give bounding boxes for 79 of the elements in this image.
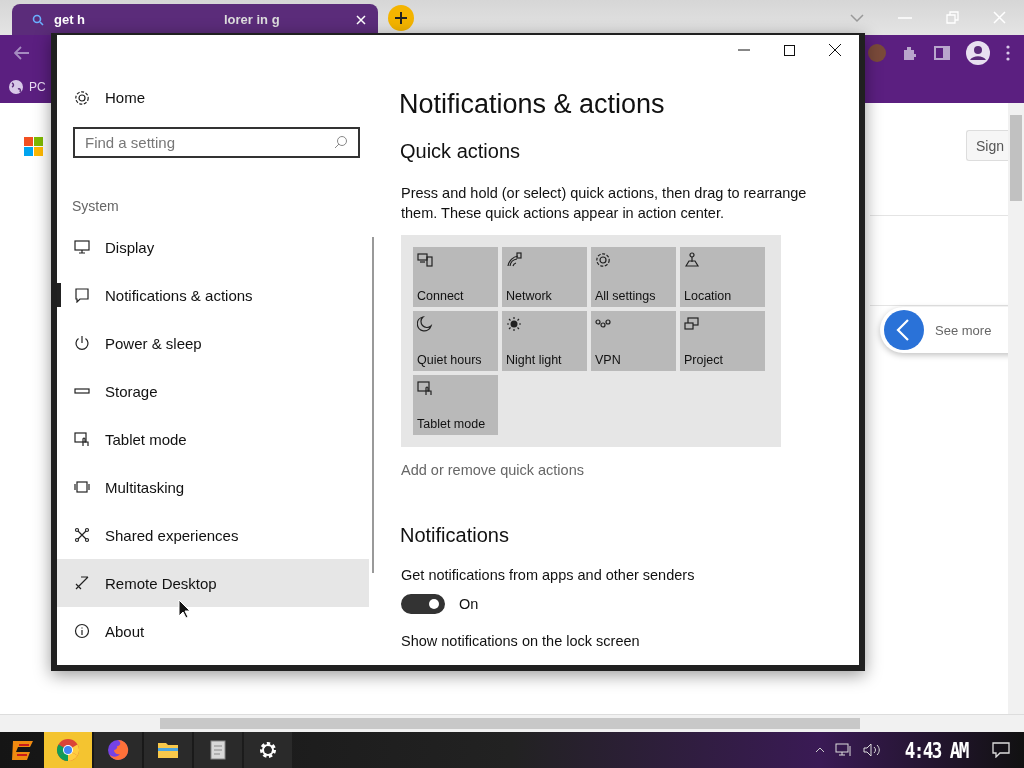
maximize-icon[interactable] (784, 44, 795, 56)
quick-action-tile[interactable]: Tablet mode (413, 375, 498, 435)
setting-label: Get notifications from apps and other senders (401, 567, 695, 583)
add-remove-link[interactable]: Add or remove quick actions (401, 462, 584, 478)
quick-action-tile[interactable]: Quiet hours (413, 311, 498, 371)
nav-item[interactable]: Power & sleep (57, 319, 369, 367)
search-icon (334, 135, 348, 149)
scrollbar[interactable] (0, 714, 1024, 732)
devices-icon (417, 252, 433, 268)
quick-action-tile[interactable]: All settings (591, 247, 676, 307)
message-icon (74, 287, 90, 303)
section-heading: Notifications (400, 524, 510, 547)
search-icon (32, 13, 44, 26)
signal-icon (506, 252, 522, 268)
scrollbar[interactable] (1008, 103, 1024, 714)
folder-icon[interactable] (144, 732, 192, 768)
nav-item[interactable]: Storage (57, 367, 369, 415)
pin-icon (684, 252, 700, 268)
logo-icon (24, 137, 44, 157)
bookmark-link[interactable]: PC (29, 80, 46, 94)
chevron-icon (883, 309, 925, 351)
scrollbar[interactable] (372, 237, 374, 573)
remote-icon (74, 575, 90, 591)
firefox-icon[interactable] (94, 732, 142, 768)
nav-item[interactable]: About (57, 607, 369, 655)
nav-item[interactable]: Notifications & actions (57, 271, 369, 319)
search-field[interactable]: Find a setting (73, 127, 360, 158)
home-link[interactable]: Home (57, 65, 174, 106)
tablet-icon (417, 380, 433, 396)
info-icon (74, 623, 90, 639)
menu-icon[interactable] (1006, 45, 1010, 61)
gear-icon (74, 89, 90, 106)
tablet-icon (74, 431, 90, 447)
globe-icon (8, 79, 24, 95)
sun-icon (506, 316, 522, 332)
back-icon[interactable] (14, 46, 30, 60)
nav-item[interactable]: Shared experiences (57, 511, 369, 559)
chevron-icon[interactable] (815, 747, 826, 753)
nodes-icon (74, 527, 90, 543)
notification-icon[interactable] (992, 742, 1010, 758)
quick-action-tile[interactable]: Location (680, 247, 765, 307)
new-tab-icon[interactable] (388, 4, 414, 31)
close-icon[interactable] (829, 44, 841, 56)
moon-icon (417, 316, 433, 332)
toggle-state: On (459, 596, 479, 612)
nav-item[interactable]: Display (57, 223, 369, 271)
network-icon[interactable] (835, 743, 854, 757)
screens-icon (684, 316, 700, 332)
setting-label: Show notifications on the lock screen (401, 633, 640, 649)
page-title: Notifications & actions (399, 89, 666, 120)
document-icon[interactable] (194, 732, 242, 768)
puzzle-icon[interactable] (902, 45, 918, 61)
quick-action-tile[interactable]: Network (502, 247, 587, 307)
browser-tab[interactable]: get h lorer in g (12, 4, 378, 35)
profile-icon[interactable] (966, 41, 990, 65)
clock[interactable]: 4:43 AM (905, 737, 969, 763)
volume-icon[interactable] (863, 743, 882, 757)
power-icon (74, 335, 90, 351)
quick-action-tile[interactable]: Night light (502, 311, 587, 371)
section-label: System (72, 198, 120, 214)
tab-title: get h (54, 12, 87, 27)
nav-item[interactable]: Remote Desktop (57, 559, 369, 607)
tab-title: lorer in g (224, 12, 281, 27)
monitor-icon (74, 239, 90, 255)
gear-icon[interactable] (244, 732, 292, 768)
toggle-switch[interactable] (401, 594, 445, 614)
windows-icon (74, 479, 90, 495)
cursor-icon (178, 599, 192, 619)
description: Press and hold (or select) quick actions, then drag to rearrange them. These quick actions appear in action center. (401, 184, 808, 223)
chrome-icon[interactable] (44, 732, 92, 768)
nav-item[interactable]: Tablet mode (57, 415, 369, 463)
sidebar-icon[interactable] (934, 46, 950, 60)
quick-action-tile[interactable]: Connect (413, 247, 498, 307)
sign-in-button[interactable]: Sign (966, 130, 1008, 161)
nav-item[interactable]: Multitasking (57, 463, 369, 511)
gear-icon (595, 252, 611, 268)
section-heading: Quick actions (400, 140, 522, 163)
quick-action-tile[interactable]: VPN (591, 311, 676, 371)
quick-action-tile[interactable]: Project (680, 311, 765, 371)
